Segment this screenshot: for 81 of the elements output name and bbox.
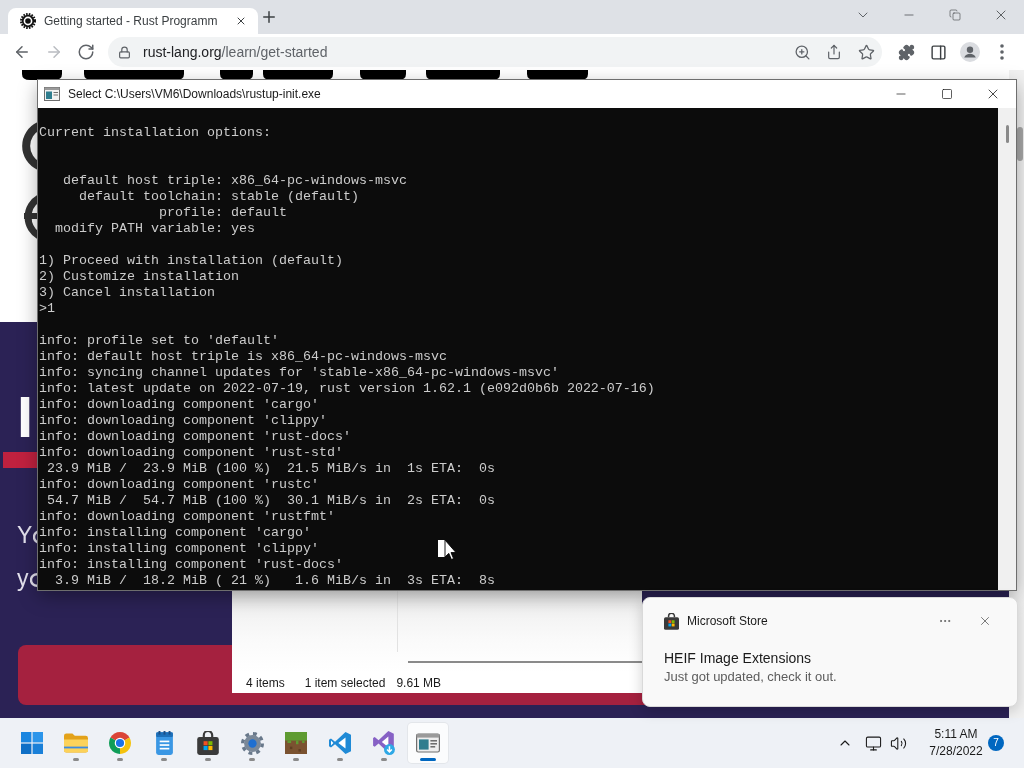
monitor-icon (864, 734, 882, 752)
start-menu-icon (21, 732, 43, 754)
taskbar-app-button[interactable] (408, 723, 448, 763)
selection-info: 1 item selected (304, 674, 386, 692)
restore-icon (949, 9, 961, 21)
lock-icon (118, 45, 131, 59)
console-line: info: downloading component 'rustfmt' (39, 509, 335, 525)
console-line: info: downloading component 'rustc' (39, 477, 319, 493)
console-line: 54.7 MiB / 54.7 MiB (100 %) 30.1 MiB/s in 2s ETA: 0s (47, 493, 495, 509)
console-app-icon (44, 87, 60, 101)
toast-app-name: Microsoft Store (687, 613, 768, 630)
paragraph-fragment: y (17, 563, 29, 592)
console-line: info: downloading component 'cargo' (39, 397, 319, 413)
toast-title: HEIF Image Extensions (664, 649, 812, 667)
item-count: 4 items (246, 674, 285, 692)
browser-tab[interactable]: Getting started - Rust Programm (8, 8, 258, 34)
console-line: info: installing component 'rust-docs' (39, 557, 343, 573)
console-line: >1 (39, 301, 55, 317)
grass-block-icon (285, 732, 307, 754)
console-line: info: installing component 'clippy' (39, 541, 319, 557)
scrollbar-thumb[interactable] (1006, 125, 1009, 143)
terminal-window-icon (416, 733, 440, 753)
console-line: info: default host triple is x86_64-pc-windows-msvc (39, 349, 447, 365)
console-line: 2) Customize installation (39, 269, 239, 285)
avatar-icon (960, 42, 980, 62)
horizontal-scrollbar-thumb[interactable] (408, 661, 642, 663)
console-line: 1) Proceed with installation (default) (39, 253, 343, 269)
maximize-icon (941, 88, 953, 100)
notification-badge[interactable]: 7 (988, 735, 1004, 751)
speaker-icon (889, 734, 907, 752)
heading-fragment-drawing (19, 122, 39, 170)
address-bar[interactable]: rust-lang.org/learn/get-started (108, 37, 882, 67)
folder-icon (64, 733, 88, 753)
star-icon (857, 43, 875, 61)
tab-title: Getting started - Rust Programm (44, 13, 218, 30)
console-line: info: downloading component 'clippy' (39, 413, 327, 429)
close-icon (235, 15, 247, 27)
folded-ribbon-icon (329, 732, 351, 754)
url-text: rust-lang.org/learn/get-started (143, 42, 328, 62)
side-panel-icon (929, 43, 947, 61)
window-title: Select C:\Users\VM6\Downloads\rustup-init.exe (68, 86, 321, 103)
clock-time: 5:11 AM (934, 726, 978, 743)
plus-icon (260, 8, 278, 26)
console-line: default host triple: x86_64-pc-windows-msvc (63, 173, 407, 189)
notepad-icon (155, 731, 173, 755)
console-line: 3) Cancel installation (39, 285, 215, 301)
tricolor-circle-icon (109, 732, 131, 754)
console-scrollbar[interactable] (998, 108, 1016, 590)
shopping-bag-icon (664, 612, 679, 630)
forward-arrow-icon (45, 43, 63, 61)
zoom-in-icon (793, 43, 811, 61)
shopping-bag-icon (197, 731, 219, 755)
letter-fragment-drawing (29, 573, 37, 587)
menu-icon (1000, 44, 1004, 60)
console-line: 3.9 MiB / 18.2 MiB ( 21 %) 1.6 MiB/s in 3s ETA: 8s (55, 573, 495, 589)
console-line: info: profile set to 'default' (39, 333, 279, 349)
puzzle-icon (897, 43, 915, 61)
selection-size: 9.61 MB (396, 674, 442, 692)
clock-date: 7/28/2022 (929, 743, 983, 760)
reload-icon (77, 43, 95, 61)
gear-logo-icon (20, 13, 36, 29)
console-line: info: latest update on 2022-07-19, rust version 1.62.1 (e092d0b6b 2022-07-16) (39, 381, 655, 397)
clock-button[interactable]: 5:11 AM 7/28/2022 (926, 726, 986, 760)
console-line: info: syncing channel updates for 'stable-x86_64-pc-windows-msvc' (39, 365, 559, 381)
toast-message: Just got updated, check it out. (664, 668, 837, 686)
console-line: info: downloading component 'rust-std' (39, 445, 343, 461)
console-line: Current installation options: (39, 125, 271, 141)
scrollbar-thumb[interactable] (1017, 127, 1023, 161)
share-icon (826, 44, 842, 60)
console-line: profile: default (159, 205, 287, 221)
console-line: info: installing component 'cargo' (39, 525, 311, 541)
close-icon (978, 614, 992, 628)
console-line: modify PATH variable: yes (55, 221, 255, 237)
heading-fragment: I (17, 388, 34, 446)
mouse-pointer-icon (438, 539, 456, 561)
paragraph-fragment: Y (17, 520, 33, 549)
logo-with-arrow-icon (373, 731, 395, 755)
console-line: 23.9 MiB / 23.9 MiB (100 %) 21.5 MiB/s in 1s ETA: 0s (47, 461, 495, 477)
settings-icon (240, 731, 264, 755)
console-line: info: downloading component 'rust-docs' (39, 429, 351, 445)
console-line: default toolchain: stable (default) (79, 189, 359, 205)
